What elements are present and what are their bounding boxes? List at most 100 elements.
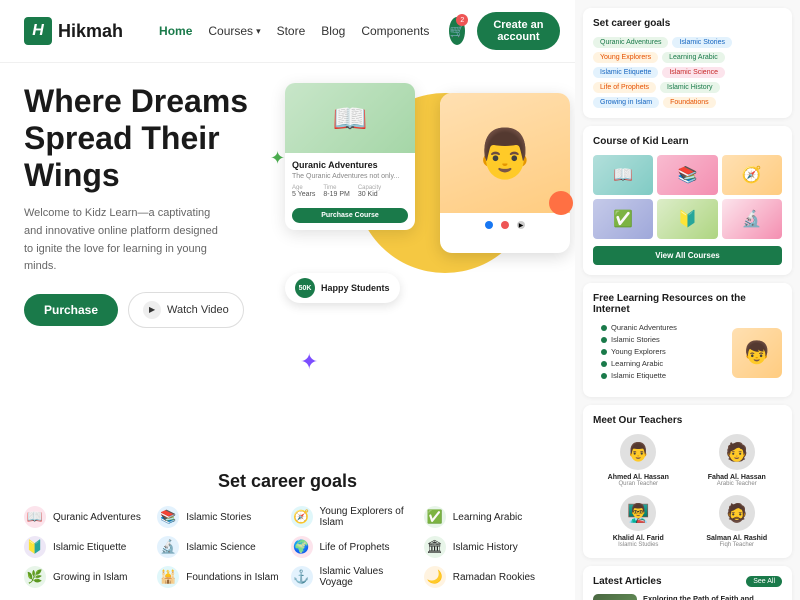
- article-title-0: Exploring the Path of Faith and Wisdom i…: [643, 594, 782, 600]
- nav-home[interactable]: Home: [159, 24, 192, 38]
- youtube-icon[interactable]: [501, 221, 509, 229]
- nav-store[interactable]: Store: [277, 24, 306, 38]
- career-icon-7: 🏛: [424, 536, 446, 558]
- article-0[interactable]: 🌿 Exploring the Path of Faith and Wisdom…: [593, 594, 782, 600]
- teacher-0[interactable]: 👨 Ahmed Al. Hassan Quran Teacher: [593, 434, 684, 487]
- teacher-name-3: Salman Al. Rashid: [692, 535, 783, 542]
- career-item-2[interactable]: 🧭 Young Explorers of Islam: [291, 506, 418, 528]
- course-card-image: 📖: [285, 83, 415, 153]
- free-res-0: Quranic Adventures: [601, 323, 732, 332]
- chip-6[interactable]: Life of Prophets: [593, 82, 656, 93]
- teacher-role-3: Fiqh Teacher: [692, 542, 783, 548]
- orange-circle-deco: [549, 191, 573, 215]
- free-resource-image: 👦: [732, 328, 782, 378]
- free-res-dot-2: [601, 349, 607, 355]
- deco-star-green: ✦: [270, 148, 285, 169]
- deco-star-purple: ✦: [300, 349, 318, 375]
- free-res-1: Islamic Stories: [601, 335, 732, 344]
- main-panel: H Hikmah Home Courses▾ Store Blog Compon…: [0, 0, 575, 600]
- articles-see-all-badge[interactable]: See All: [746, 576, 782, 587]
- course-thumb-4[interactable]: 🔰: [657, 199, 717, 239]
- career-item-7[interactable]: 🏛 Islamic History: [424, 536, 551, 558]
- chip-5[interactable]: Islamic Science: [662, 67, 725, 78]
- teacher-avatar-0: 👨: [620, 434, 656, 470]
- students-badge: 50K Happy Students: [285, 273, 400, 303]
- career-grid: 📖 Quranic Adventures 📚 Islamic Stories 🧭…: [24, 506, 551, 588]
- course-thumb-3[interactable]: ✅: [593, 199, 653, 239]
- career-icon-3: ✅: [424, 506, 446, 528]
- play-control-icon[interactable]: ▶: [517, 221, 525, 229]
- chip-2[interactable]: Young Explorers: [593, 52, 658, 63]
- right-panel: Set career goals Quranic Adventures Isla…: [575, 0, 800, 600]
- rp-articles-title: Latest Articles: [593, 576, 662, 587]
- nav-components[interactable]: Components: [361, 24, 429, 38]
- career-item-5[interactable]: 🔬 Islamic Science: [157, 536, 284, 558]
- career-item-8[interactable]: 🌿 Growing in Islam: [24, 566, 151, 588]
- teacher-avatar-2: 👨‍🏫: [620, 495, 656, 531]
- teacher-name-2: Khalid Al. Farid: [593, 535, 684, 542]
- career-item-0[interactable]: 📖 Quranic Adventures: [24, 506, 151, 528]
- career-item-11[interactable]: 🌙 Ramadan Rookies: [424, 566, 551, 588]
- career-item-4[interactable]: 🔰 Islamic Etiquette: [24, 536, 151, 558]
- article-info-0: Exploring the Path of Faith and Wisdom i…: [643, 594, 782, 600]
- chip-8[interactable]: Growing in Islam: [593, 97, 659, 108]
- chip-4[interactable]: Islamic Etiquette: [593, 67, 658, 78]
- teacher-1[interactable]: 🧑 Fahad Al. Hassan Arabic Teacher: [692, 434, 783, 487]
- free-resource-row: Quranic Adventures Islamic Stories Young…: [593, 323, 782, 383]
- career-icon-5: 🔬: [157, 536, 179, 558]
- free-resource-list: Quranic Adventures Islamic Stories Young…: [593, 323, 732, 383]
- course-purchase-button[interactable]: Purchase Course: [292, 208, 408, 223]
- career-section: Set career goals 📖 Quranic Adventures 📚 …: [0, 455, 575, 600]
- chip-3[interactable]: Learning Arabic: [662, 52, 725, 63]
- career-item-6[interactable]: 🌍 Life of Prophets: [291, 536, 418, 558]
- logo[interactable]: H Hikmah: [24, 17, 123, 45]
- rp-free-title: Free Learning Resources on the Internet: [593, 293, 782, 315]
- facebook-icon[interactable]: [485, 221, 493, 229]
- chip-7[interactable]: Islamic History: [660, 82, 720, 93]
- free-res-2: Young Explorers: [601, 347, 732, 356]
- teacher-avatar-1: 🧑: [719, 434, 755, 470]
- career-icon-9: 🕌: [157, 566, 179, 588]
- play-icon: ▶: [143, 301, 161, 319]
- career-item-10[interactable]: ⚓ Islamic Values Voyage: [291, 566, 418, 588]
- teachers-grid: 👨 Ahmed Al. Hassan Quran Teacher 🧑 Fahad…: [593, 434, 782, 548]
- career-icon-10: ⚓: [291, 566, 313, 588]
- teacher-2[interactable]: 👨‍🏫 Khalid Al. Farid Islamic Studies: [593, 495, 684, 548]
- video-controls: ▶: [440, 213, 570, 237]
- course-card-title: Quranic Adventures: [292, 160, 408, 170]
- nav-blog[interactable]: Blog: [321, 24, 345, 38]
- career-item-1[interactable]: 📚 Islamic Stories: [157, 506, 284, 528]
- teacher-avatar-3: 🧔: [719, 495, 755, 531]
- teacher-role-1: Arabic Teacher: [692, 481, 783, 487]
- rp-career-title: Set career goals: [593, 18, 782, 29]
- create-account-button[interactable]: Create an account: [477, 12, 559, 50]
- course-thumb-1[interactable]: 📚: [657, 155, 717, 195]
- free-res-dot-4: [601, 373, 607, 379]
- course-thumb-5[interactable]: 🔬: [722, 199, 782, 239]
- rp-free-section: Free Learning Resources on the Internet …: [583, 283, 792, 397]
- course-thumb-2[interactable]: 🧭: [722, 155, 782, 195]
- career-icon-6: 🌍: [291, 536, 313, 558]
- course-thumb-0[interactable]: 📖: [593, 155, 653, 195]
- chip-9[interactable]: Foundations: [663, 97, 716, 108]
- teacher-3[interactable]: 🧔 Salman Al. Rashid Fiqh Teacher: [692, 495, 783, 548]
- course-thumbs: 📖 📚 🧭 ✅ 🔰 🔬: [593, 155, 782, 239]
- rp-teachers-title: Meet Our Teachers: [593, 415, 782, 426]
- teacher-role-2: Islamic Studies: [593, 542, 684, 548]
- career-item-9[interactable]: 🕌 Foundations in Islam: [157, 566, 284, 588]
- view-all-courses-button[interactable]: View All Courses: [593, 246, 782, 265]
- rp-course-section: Course of Kid Learn 📖 📚 🧭 ✅ 🔰 🔬 View All…: [583, 126, 792, 275]
- watch-video-button[interactable]: ▶ Watch Video: [128, 292, 244, 328]
- career-chips: Quranic Adventures Islamic Stories Young…: [593, 37, 782, 108]
- hero-section: Where Dreams Spread Their Wings Welcome …: [0, 63, 575, 455]
- career-item-3[interactable]: ✅ Learning Arabic: [424, 506, 551, 528]
- career-icon-4: 🔰: [24, 536, 46, 558]
- nav-courses[interactable]: Courses▾: [208, 24, 260, 38]
- nav-links: Home Courses▾ Store Blog Components: [159, 24, 429, 38]
- free-res-dot-0: [601, 325, 607, 331]
- cart-button[interactable]: 🛒 2: [449, 17, 465, 45]
- chip-1[interactable]: Islamic Stories: [672, 37, 732, 48]
- purchase-button[interactable]: Purchase: [24, 294, 118, 326]
- chip-0[interactable]: Quranic Adventures: [593, 37, 668, 48]
- rp-teachers-section: Meet Our Teachers 👨 Ahmed Al. Hassan Qur…: [583, 405, 792, 558]
